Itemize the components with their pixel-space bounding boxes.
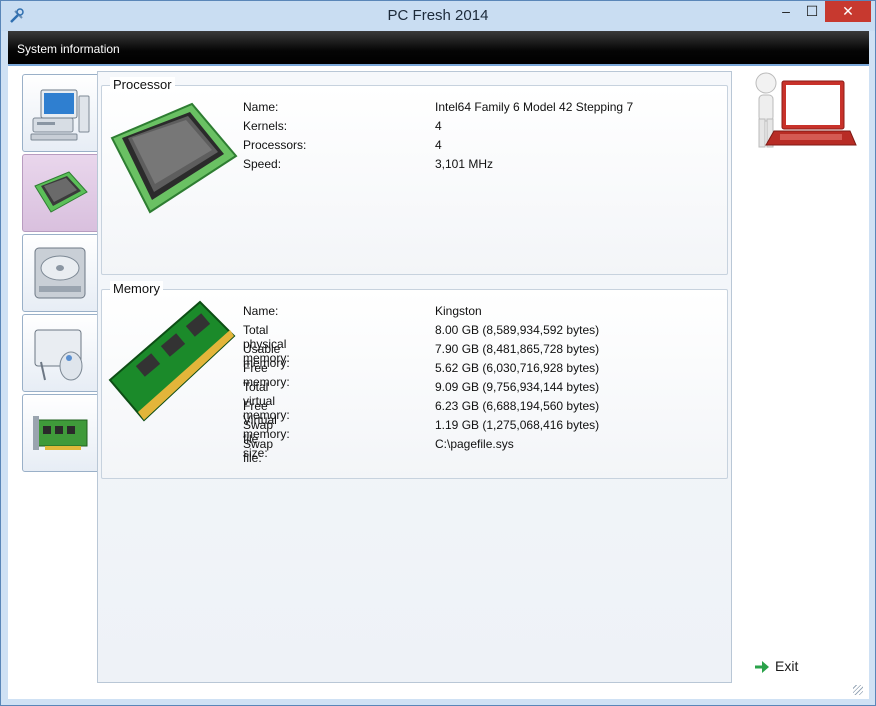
laptop-mascot-icon (755, 72, 857, 148)
display-tablet-icon (34, 329, 83, 381)
app-window: PC Fresh 2014 – ☐ ✕ System information P… (0, 0, 876, 706)
client-area: System information Processor Name: Intel… (8, 31, 869, 699)
cpu-chip-icon (34, 171, 88, 213)
exit-button[interactable]: Exit (750, 656, 820, 678)
section-header: System information (8, 31, 869, 66)
window-title: PC Fresh 2014 (387, 7, 489, 24)
nav-item-display[interactable] (22, 314, 98, 392)
hard-drive-icon (34, 247, 86, 299)
resize-grip[interactable] (853, 685, 863, 695)
exit-arrow-icon (755, 661, 769, 673)
nav-item-drive[interactable] (22, 234, 98, 312)
minimize-button[interactable]: – (773, 1, 799, 22)
section-title: System information (17, 42, 120, 56)
nav-item-processor[interactable] (22, 154, 98, 232)
memory-group: Memory Name: Kingston Total physical memo… (101, 281, 728, 479)
maximize-button[interactable]: ☐ (799, 1, 825, 22)
title-bar[interactable]: PC Fresh 2014 – ☐ ✕ (1, 1, 875, 31)
close-button[interactable]: ✕ (825, 1, 871, 22)
processor-title: Processor (110, 77, 175, 92)
category-nav (22, 74, 98, 474)
expansion-card-icon (33, 416, 88, 450)
memory-title: Memory (110, 281, 163, 296)
nav-item-computer[interactable] (22, 74, 98, 152)
processor-group: Processor Name: Intel64 Family 6 Model 42… (101, 77, 728, 275)
processor-chip-icon (110, 102, 238, 214)
computer-icon (30, 89, 90, 141)
memory-module-icon (108, 300, 236, 422)
info-panel: Processor Name: Intel64 Family 6 Model 42… (97, 71, 732, 683)
nav-item-card[interactable] (22, 394, 98, 472)
exit-label: Exit (775, 658, 799, 674)
